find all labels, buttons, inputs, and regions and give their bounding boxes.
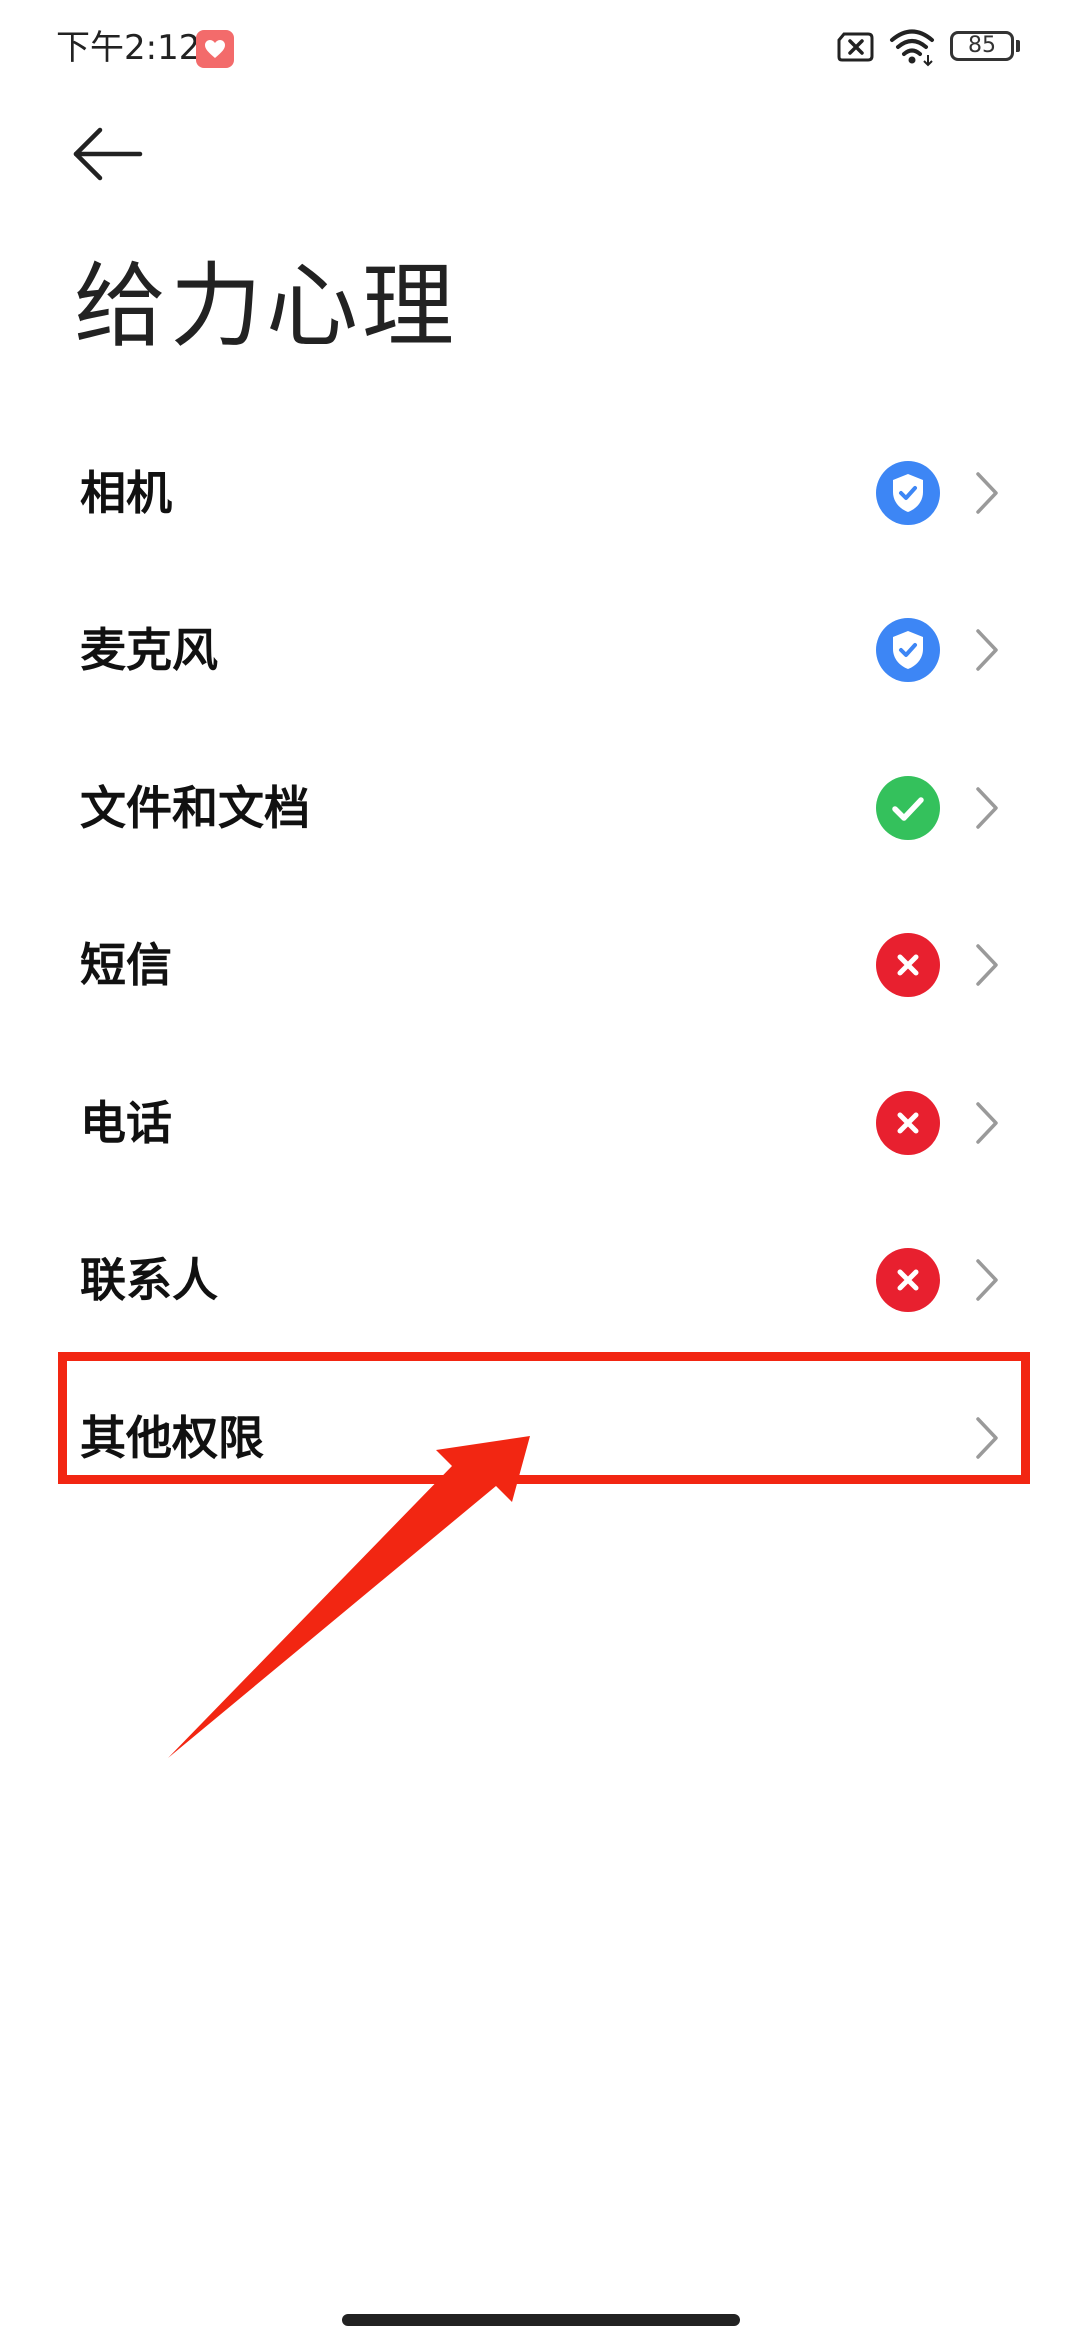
chevron-right-icon xyxy=(972,625,1002,675)
permission-row-contacts[interactable]: 联系人 xyxy=(0,1202,1080,1360)
app-permissions-screen: 下午2:12 85 给力心理 相机 麦克风 文件和文档 短信 电话 联系人 其他… xyxy=(0,0,1080,2340)
chevron-right-icon xyxy=(972,1413,1002,1463)
home-indicator[interactable] xyxy=(342,2314,740,2326)
status-bar: 下午2:12 85 xyxy=(0,0,1080,96)
shield-check-icon xyxy=(876,618,940,683)
permission-label: 相机 xyxy=(80,465,172,520)
permission-label: 短信 xyxy=(80,938,172,993)
chevron-right-icon xyxy=(972,468,1002,518)
battery-tip xyxy=(1016,40,1020,52)
x-circle-icon xyxy=(876,1090,940,1155)
permission-row-microphone[interactable]: 麦克风 xyxy=(0,572,1080,730)
battery-level: 85 xyxy=(968,33,996,58)
sim-x-icon xyxy=(836,31,876,67)
permission-list: 相机 麦克风 文件和文档 短信 电话 联系人 其他权限 xyxy=(0,414,1080,1517)
status-time: 下午2:12 xyxy=(56,28,201,68)
chevron-right-icon xyxy=(972,940,1002,990)
chevron-right-icon xyxy=(972,1255,1002,1305)
permission-row-sms[interactable]: 短信 xyxy=(0,887,1080,1045)
battery-icon: 85 xyxy=(950,31,1014,61)
x-circle-icon xyxy=(876,933,940,998)
heart-app-icon xyxy=(196,30,234,68)
permission-label: 联系人 xyxy=(80,1253,218,1308)
x-circle-icon xyxy=(876,1248,940,1313)
permission-row-files[interactable]: 文件和文档 xyxy=(0,729,1080,887)
wifi-icon xyxy=(888,27,938,71)
page-title: 给力心理 xyxy=(74,253,459,360)
permission-row-other[interactable]: 其他权限 xyxy=(0,1359,1080,1517)
chevron-right-icon xyxy=(972,783,1002,833)
back-arrow-icon xyxy=(73,127,143,181)
permission-row-camera[interactable]: 相机 xyxy=(0,414,1080,572)
permission-label: 文件和文档 xyxy=(80,780,310,835)
check-circle-icon xyxy=(876,775,940,840)
permission-row-phone[interactable]: 电话 xyxy=(0,1044,1080,1202)
chevron-right-icon xyxy=(972,1098,1002,1148)
permission-label: 麦克风 xyxy=(80,623,218,678)
back-button[interactable] xyxy=(66,118,146,190)
permission-label: 其他权限 xyxy=(80,1410,264,1465)
shield-check-icon xyxy=(876,460,940,525)
permission-label: 电话 xyxy=(80,1095,172,1150)
